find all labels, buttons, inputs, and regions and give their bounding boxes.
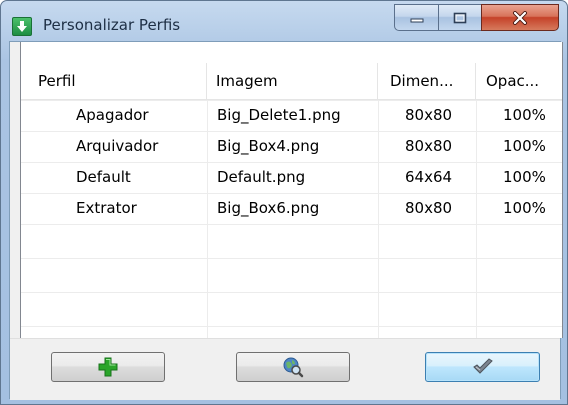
green-plus-icon bbox=[98, 357, 118, 377]
globe-magnifier-icon bbox=[283, 357, 304, 378]
close-button[interactable] bbox=[481, 4, 559, 31]
cell-opacidade: 100% bbox=[503, 168, 546, 186]
cell-dimensao: 64x64 bbox=[405, 168, 453, 186]
cell-perfil: Default bbox=[76, 168, 131, 186]
table-row[interactable]: Arquivador Big_Box4.png 80x80 100% bbox=[21, 131, 562, 162]
title-bar[interactable]: Personalizar Perfis bbox=[1, 1, 567, 41]
ok-button[interactable] bbox=[425, 352, 540, 382]
table-row[interactable]: Default Default.png 64x64 100% bbox=[21, 162, 562, 193]
minimize-button[interactable] bbox=[394, 4, 438, 31]
cell-opacidade: 100% bbox=[503, 106, 546, 124]
column-header-label: Perfil bbox=[38, 72, 76, 90]
dialog-body: Perfil Imagem Dimen... Opac... Apagador … bbox=[9, 41, 563, 400]
column-header-perfil[interactable]: Perfil bbox=[21, 63, 207, 99]
browse-image-button[interactable] bbox=[236, 352, 350, 382]
minimize-icon bbox=[410, 18, 423, 22]
table-row[interactable]: Apagador Big_Delete1.png 80x80 100% bbox=[21, 100, 562, 131]
cell-imagem: Big_Delete1.png bbox=[217, 106, 341, 124]
column-header-label: Imagem bbox=[216, 72, 278, 90]
app-down-arrow-icon bbox=[12, 17, 32, 36]
window: Personalizar Perfis Perfil Imagem Dimen.… bbox=[0, 0, 568, 405]
column-header-opacidade[interactable]: Opac... bbox=[476, 63, 562, 99]
cell-imagem: Big_Box4.png bbox=[217, 137, 320, 155]
cell-dimensao: 80x80 bbox=[405, 137, 453, 155]
cell-perfil: Arquivador bbox=[76, 137, 159, 155]
cell-perfil: Extrator bbox=[76, 199, 137, 217]
checkmark-icon bbox=[472, 358, 493, 374]
add-profile-button[interactable] bbox=[51, 352, 165, 382]
cell-opacidade: 100% bbox=[503, 137, 546, 155]
column-header-label: Dimen... bbox=[390, 72, 454, 90]
cell-dimensao: 80x80 bbox=[405, 199, 453, 217]
button-bar bbox=[10, 338, 560, 400]
maximize-icon bbox=[453, 12, 467, 23]
profiles-list[interactable]: Perfil Imagem Dimen... Opac... Apagador … bbox=[20, 42, 563, 338]
column-header-dimensao[interactable]: Dimen... bbox=[378, 63, 476, 99]
window-title: Personalizar Perfis bbox=[43, 16, 181, 34]
cell-perfil: Apagador bbox=[76, 106, 149, 124]
close-icon bbox=[513, 10, 527, 25]
cell-opacidade: 100% bbox=[503, 199, 546, 217]
cell-imagem: Default.png bbox=[217, 168, 306, 186]
cell-imagem: Big_Box6.png bbox=[217, 199, 320, 217]
cell-dimensao: 80x80 bbox=[405, 106, 453, 124]
column-header-imagem[interactable]: Imagem bbox=[207, 63, 378, 99]
maximize-button[interactable] bbox=[438, 4, 481, 31]
list-header: Perfil Imagem Dimen... Opac... bbox=[21, 63, 562, 100]
column-header-label: Opac... bbox=[486, 72, 540, 90]
table-row[interactable]: Extrator Big_Box6.png 80x80 100% bbox=[21, 193, 562, 224]
